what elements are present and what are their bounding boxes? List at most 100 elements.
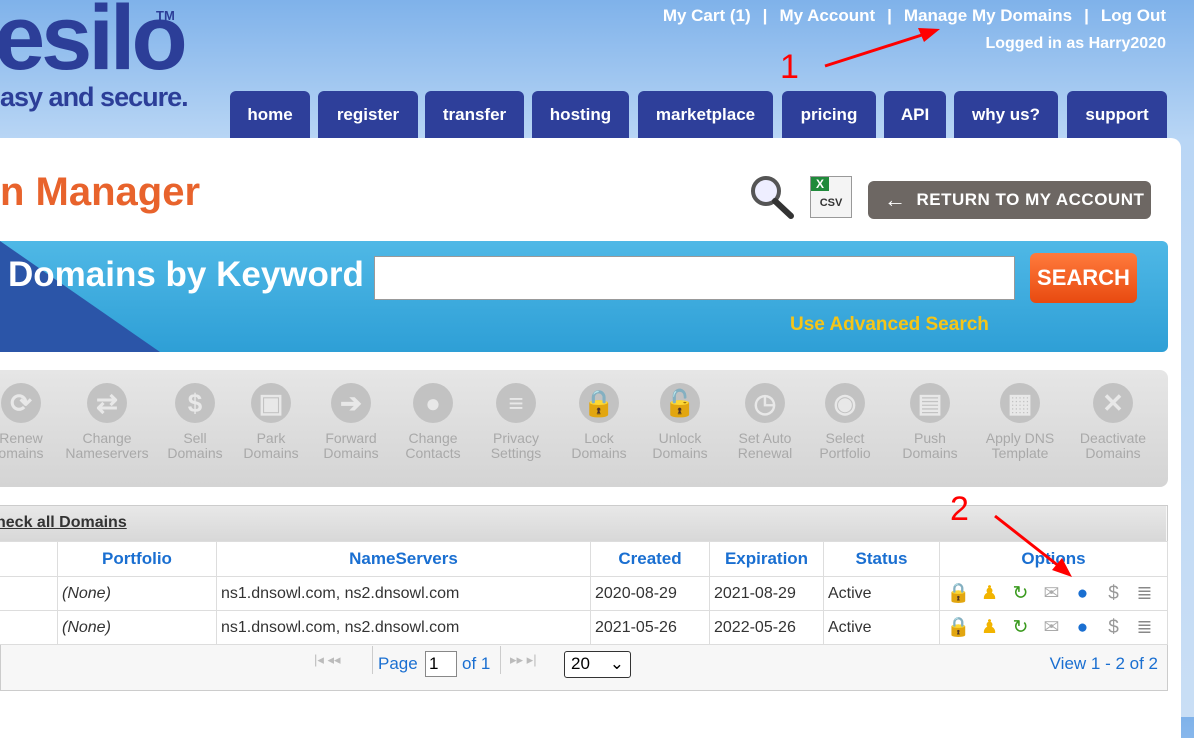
log-out-link[interactable]: Log Out bbox=[1101, 6, 1166, 26]
expiration-cell: 2022-05-26 bbox=[709, 610, 824, 645]
check-all-bar: heck all Domains bbox=[0, 506, 1166, 541]
rows-per-page-select[interactable]: 20 ⌄ bbox=[564, 651, 631, 678]
dollar-icon: $ bbox=[175, 383, 215, 423]
created-cell: 2020-08-29 bbox=[590, 576, 710, 611]
csv-export-icon[interactable]: X CSV bbox=[810, 176, 852, 218]
toolbar-apply-dns-template[interactable]: ▦ Apply DNS Template bbox=[975, 383, 1065, 461]
dollar-icon[interactable]: $ bbox=[1101, 615, 1126, 640]
renew-icon[interactable]: ↻ bbox=[1008, 581, 1033, 606]
database-icon[interactable]: ≣ bbox=[1132, 615, 1157, 640]
tab-hosting[interactable]: hosting bbox=[532, 91, 629, 138]
column-header-created[interactable]: Created bbox=[590, 541, 710, 577]
page-number-input[interactable] bbox=[425, 651, 457, 677]
toolbar-change-nameservers[interactable]: ⇄ Change Nameservers bbox=[62, 383, 152, 461]
database-icon[interactable]: ≣ bbox=[1132, 581, 1157, 606]
toolbar-set-auto-renewal[interactable]: ◷ Set Auto Renewal bbox=[720, 383, 810, 461]
toolbar-select-portfolio[interactable]: ◉ Select Portfolio bbox=[800, 383, 890, 461]
column-header-nameservers[interactable]: NameServers bbox=[216, 541, 591, 577]
my-account-link[interactable]: My Account bbox=[779, 6, 875, 26]
portfolio-cell: (None) bbox=[57, 576, 217, 611]
close-icon: ✕ bbox=[1093, 383, 1133, 423]
tag-icon: ≡ bbox=[496, 383, 536, 423]
search-button[interactable]: SEARCH bbox=[1030, 253, 1137, 303]
renew-icon[interactable]: ↻ bbox=[1008, 615, 1033, 640]
email-icon[interactable]: ✉ bbox=[1039, 581, 1064, 606]
toolbar-label: Renew omains bbox=[0, 430, 44, 461]
return-to-account-button[interactable]: ← RETURN TO MY ACCOUNT bbox=[868, 181, 1151, 219]
tab-transfer[interactable]: transfer bbox=[425, 91, 524, 138]
logo-tagline: asy and secure. bbox=[0, 82, 189, 112]
tab-register[interactable]: register bbox=[318, 91, 418, 138]
unlock-icon: 🔓 bbox=[660, 383, 700, 423]
annotation-arrowhead-1 bbox=[918, 28, 940, 42]
toolbar-unlock-domains[interactable]: 🔓 Unlock Domains bbox=[635, 383, 725, 461]
rows-per-page-value: 20 bbox=[571, 654, 590, 673]
top-links: My Cart (1) | My Account | Manage My Domai… bbox=[663, 6, 1166, 26]
excel-badge: X bbox=[811, 177, 829, 191]
tab-support[interactable]: support bbox=[1067, 91, 1167, 138]
dns-globe-icon[interactable]: ● bbox=[1070, 581, 1095, 606]
table-row[interactable]: (None) ns1.dnsowl.com, ns2.dnsowl.com 2021… bbox=[0, 610, 1168, 645]
disc-icon: ◉ bbox=[825, 383, 865, 423]
separator: | bbox=[887, 6, 892, 25]
advanced-search-link[interactable]: Use Advanced Search bbox=[790, 314, 989, 336]
arrow-right-icon: ➔ bbox=[331, 383, 371, 423]
column-header-expiration[interactable]: Expiration bbox=[709, 541, 824, 577]
toolbar-privacy-settings[interactable]: ≡ Privacy Settings bbox=[471, 383, 561, 461]
column-header-portfolio[interactable]: Portfolio bbox=[57, 541, 217, 577]
created-cell: 2021-05-26 bbox=[590, 610, 710, 645]
dns-globe-icon[interactable]: ● bbox=[1070, 615, 1095, 640]
search-magnifier-icon[interactable] bbox=[748, 174, 794, 220]
options-cell: 🔒 ♟ ↻ ✉ ● $ ≣ bbox=[939, 576, 1168, 611]
logged-in-text: Logged in as Harry2020 bbox=[985, 35, 1166, 52]
options-cell: 🔒 ♟ ↻ ✉ ● $ ≣ bbox=[939, 610, 1168, 645]
dollar-icon[interactable]: $ bbox=[1101, 581, 1126, 606]
toolbar-renew-omains[interactable]: ⟳ Renew omains bbox=[0, 383, 66, 461]
logo-trademark: TM bbox=[156, 8, 175, 23]
contact-icon[interactable]: ♟ bbox=[977, 581, 1002, 606]
divider bbox=[372, 646, 373, 674]
manage-domains-link[interactable]: Manage My Domains bbox=[904, 6, 1072, 26]
toolbar-push-domains[interactable]: ▤ Push Domains bbox=[885, 383, 975, 461]
toolbar-deactivate-domains[interactable]: ✕ Deactivate Domains bbox=[1068, 383, 1158, 461]
tab-home[interactable]: home bbox=[230, 91, 310, 138]
status-cell: Active bbox=[823, 610, 940, 645]
csv-label: CSV bbox=[819, 197, 843, 209]
template-icon: ▦ bbox=[1000, 383, 1040, 423]
divider bbox=[500, 646, 501, 674]
my-cart-link[interactable]: My Cart (1) bbox=[663, 6, 751, 26]
toolbar-forward-domains[interactable]: ➔ Forward Domains bbox=[306, 383, 396, 461]
tab-marketplace[interactable]: marketplace bbox=[638, 91, 773, 138]
toolbar-label: Push Domains bbox=[902, 430, 958, 461]
expiration-cell: 2021-08-29 bbox=[709, 576, 824, 611]
lock-icon[interactable]: 🔒 bbox=[946, 615, 971, 640]
column-header-status[interactable]: Status bbox=[823, 541, 940, 577]
first-page-icon[interactable]: |◂ ◂◂ bbox=[314, 652, 341, 668]
search-heading: Domains by Keyword bbox=[8, 255, 364, 294]
domain-table: Portfolio NameServers Created Expiration… bbox=[0, 541, 1168, 645]
lock-icon[interactable]: 🔒 bbox=[946, 581, 971, 606]
check-all-link[interactable]: heck all Domains bbox=[0, 514, 127, 531]
nameservers-cell: ns1.dnsowl.com, ns2.dnsowl.com bbox=[216, 610, 591, 645]
arrow-left-icon: ← bbox=[884, 187, 907, 212]
toolbar-lock-domains[interactable]: 🔒 Lock Domains bbox=[554, 383, 644, 461]
table-row[interactable]: (None) ns1.dnsowl.com, ns2.dnsowl.com 2020… bbox=[0, 576, 1168, 611]
toolbar-label: Forward Domains bbox=[323, 430, 379, 461]
keyword-search-input[interactable] bbox=[374, 256, 1015, 300]
tab-pricing[interactable]: pricing bbox=[782, 91, 876, 138]
toolbar-label: Set Auto Renewal bbox=[737, 430, 793, 461]
toolbar-park-domains[interactable]: ▣ Park Domains bbox=[226, 383, 316, 461]
next-page-icon[interactable]: ▸▸ ▸| bbox=[510, 652, 537, 668]
select-cell[interactable] bbox=[0, 610, 58, 645]
page-title: n Manager bbox=[0, 170, 201, 214]
email-icon[interactable]: ✉ bbox=[1039, 615, 1064, 640]
tab-why-us[interactable]: why us? bbox=[954, 91, 1058, 138]
contact-icon[interactable]: ♟ bbox=[977, 615, 1002, 640]
clock-icon: ◷ bbox=[745, 383, 785, 423]
contacts-icon: ● bbox=[413, 383, 453, 423]
tab-api[interactable]: API bbox=[884, 91, 946, 138]
monitors-icon: ▤ bbox=[910, 383, 950, 423]
select-cell[interactable] bbox=[0, 576, 58, 611]
toolbar-label: Apply DNS Template bbox=[985, 430, 1055, 461]
toolbar-change-contacts[interactable]: ● Change Contacts bbox=[388, 383, 478, 461]
